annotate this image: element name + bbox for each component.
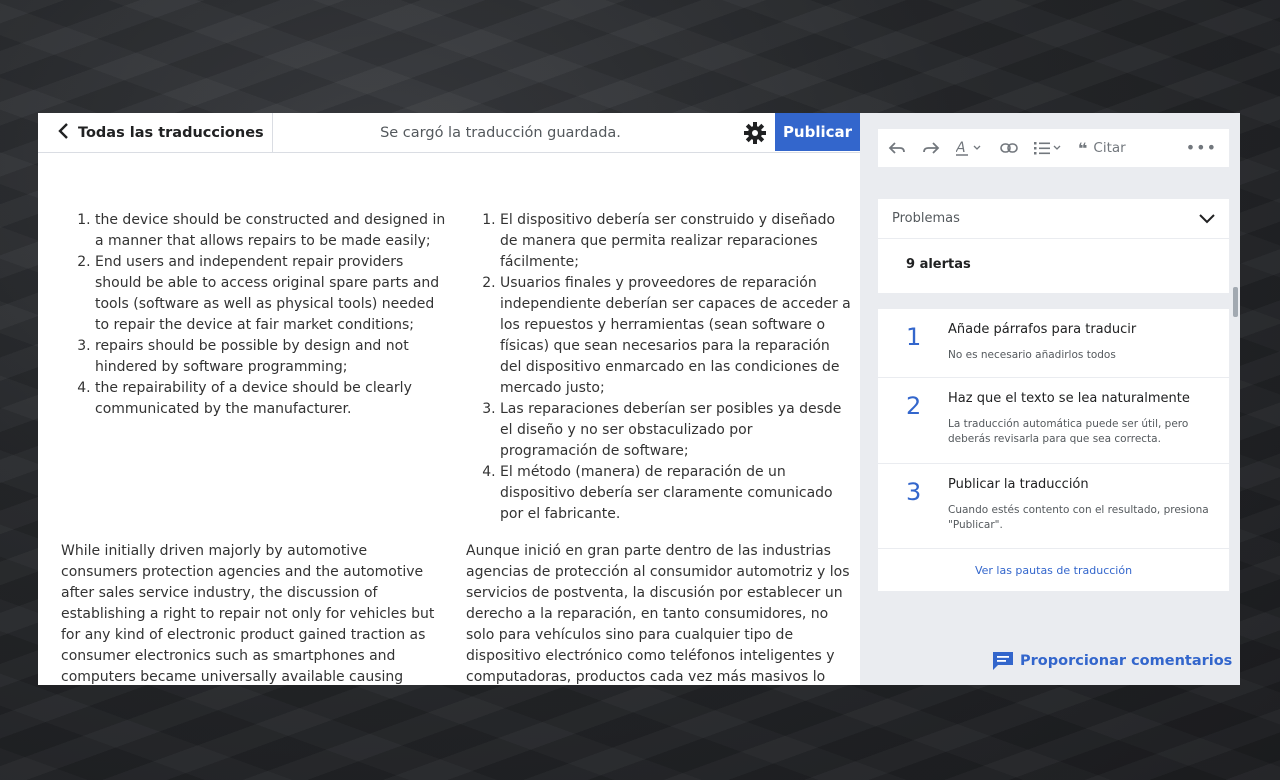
undo-icon[interactable] (888, 141, 906, 155)
problems-panel: Problemas 9 alertas (878, 199, 1229, 293)
target-list-section[interactable]: El dispositivo debería ser construido y … (466, 210, 851, 525)
source-list-item: repairs should be possible by design and… (95, 336, 446, 378)
redo-icon[interactable] (922, 141, 940, 155)
chevron-down-icon (1199, 209, 1215, 228)
source-list-item: the device should be constructed and des… (95, 210, 446, 252)
gear-icon[interactable] (743, 121, 767, 145)
step-description: La traducción automática puede ser útil,… (948, 418, 1189, 445)
target-list-item[interactable]: Usuarios finales y proveedores de repara… (500, 273, 851, 399)
step-number: 3 (906, 478, 922, 506)
problems-title: Problemas (892, 211, 960, 226)
step-number: 1 (906, 323, 922, 351)
svg-text:A: A (956, 140, 966, 156)
target-list-item[interactable]: El dispositivo debería ser construido y … (500, 210, 851, 273)
source-list-section: the device should be constructed and des… (61, 210, 446, 420)
step-item: 3 Publicar la traducción Cuando estés co… (878, 464, 1229, 549)
step-item: 2 Haz que el texto se lea naturalmente L… (878, 378, 1229, 464)
source-list-item: End users and independent repair provide… (95, 252, 446, 336)
sidebar: A ❝ Citar ••• Problemas 9 alertas 1 Añad… (860, 113, 1240, 685)
step-title: Publicar la traducción (948, 477, 1089, 492)
target-list-item[interactable]: El método (manera) de reparación de un d… (500, 462, 851, 525)
publish-button[interactable]: Publicar (775, 113, 860, 151)
editing-toolbar: A ❝ Citar ••• (878, 129, 1229, 167)
source-list-item: the repairability of a device should be … (95, 378, 446, 420)
chevron-left-icon (56, 122, 70, 145)
all-translations-button[interactable]: Todas las traducciones (38, 113, 273, 153)
problems-header[interactable]: Problemas (878, 199, 1229, 239)
list-icon[interactable] (1034, 140, 1062, 156)
link-icon[interactable] (1000, 142, 1018, 154)
status-message: Se cargó la traducción guardada. (380, 125, 621, 141)
alerts-count[interactable]: 9 alertas (878, 239, 1229, 272)
all-translations-label: Todas las traducciones (78, 125, 264, 141)
feedback-label: Proporcionar comentarios (1020, 653, 1233, 669)
steps-panel: 1 Añade párrafos para traducir No es nec… (878, 309, 1229, 591)
source-paragraph-text: While initially driven majorly by automo… (61, 543, 435, 685)
source-paragraph: While initially driven majorly by automo… (61, 541, 446, 685)
target-list-item[interactable]: Las reparaciones deberían ser posibles y… (500, 399, 851, 462)
feedback-icon (993, 652, 1013, 670)
top-bar: Todas las traducciones Se cargó la tradu… (38, 113, 860, 153)
scrollbar-thumb[interactable] (1233, 287, 1238, 317)
text-style-icon[interactable]: A (956, 140, 984, 156)
cite-button[interactable]: ❝ Citar (1078, 139, 1126, 158)
translation-guidelines-link[interactable]: Ver las pautas de traducción (878, 549, 1229, 591)
target-paragraph[interactable]: Aunque inició en gran parte dentro de la… (466, 541, 851, 685)
target-paragraph-text[interactable]: Aunque inició en gran parte dentro de la… (466, 541, 851, 685)
feedback-button[interactable]: Proporcionar comentarios (992, 651, 1232, 671)
step-item: 1 Añade párrafos para traducir No es nec… (878, 309, 1229, 378)
step-title: Haz que el texto se lea naturalmente (948, 391, 1190, 406)
step-title: Añade párrafos para traducir (948, 322, 1137, 337)
step-description: No es necesario añadirlos todos (948, 349, 1116, 361)
quote-icon: ❝ (1078, 138, 1088, 158)
translation-editor: Todas las traducciones Se cargó la tradu… (38, 113, 860, 685)
more-options-icon[interactable]: ••• (1186, 138, 1217, 157)
content-translation-window: Todas las traducciones Se cargó la tradu… (38, 113, 1240, 685)
step-number: 2 (906, 392, 922, 420)
cite-label: Citar (1093, 140, 1126, 156)
step-description: Cuando estés contento con el resultado, … (948, 504, 1209, 531)
